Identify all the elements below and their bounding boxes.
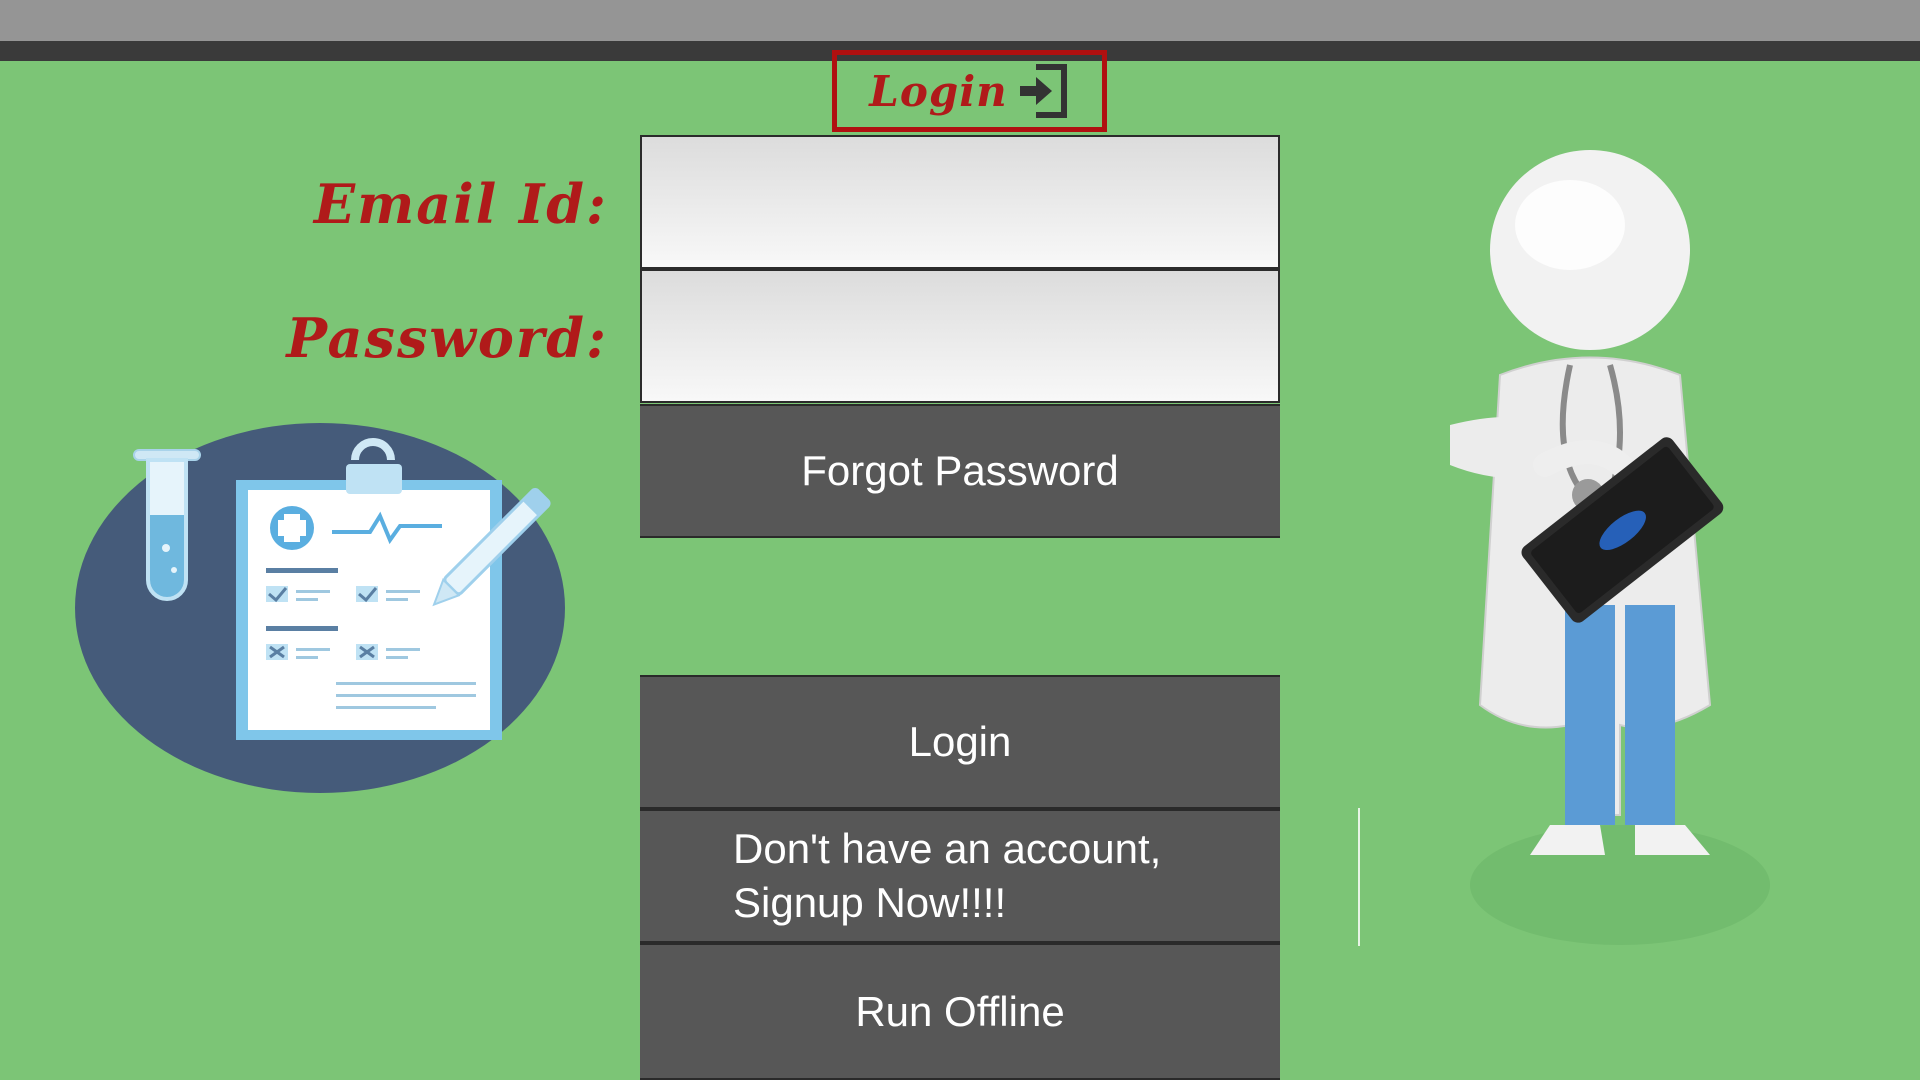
run-offline-button[interactable]: Run Offline: [640, 943, 1280, 1080]
login-button[interactable]: Login: [640, 675, 1280, 809]
signup-line-1: Don't have an account,: [733, 825, 1162, 872]
doctor-figure-illustration: [1450, 150, 1770, 945]
forgot-password-label: Forgot Password: [801, 447, 1119, 494]
forgot-password-button[interactable]: Forgot Password: [640, 404, 1280, 538]
email-input[interactable]: [640, 135, 1280, 269]
login-header: Login: [832, 50, 1107, 132]
login-arrow-icon: [1019, 64, 1067, 118]
clipboard-illustration: [75, 423, 565, 793]
divider: [1358, 808, 1360, 946]
page-title: Login: [869, 66, 1008, 116]
signup-line-2: Signup Now!!!!: [733, 879, 1007, 926]
email-label: Email Id:: [313, 172, 608, 236]
password-input[interactable]: [640, 269, 1280, 403]
status-bar: [0, 0, 1920, 41]
signup-button[interactable]: Don't have an account, Signup Now!!!!: [640, 809, 1280, 943]
password-label: Password:: [286, 306, 608, 370]
run-offline-label: Run Offline: [855, 987, 1065, 1035]
login-button-label: Login: [908, 718, 1012, 765]
